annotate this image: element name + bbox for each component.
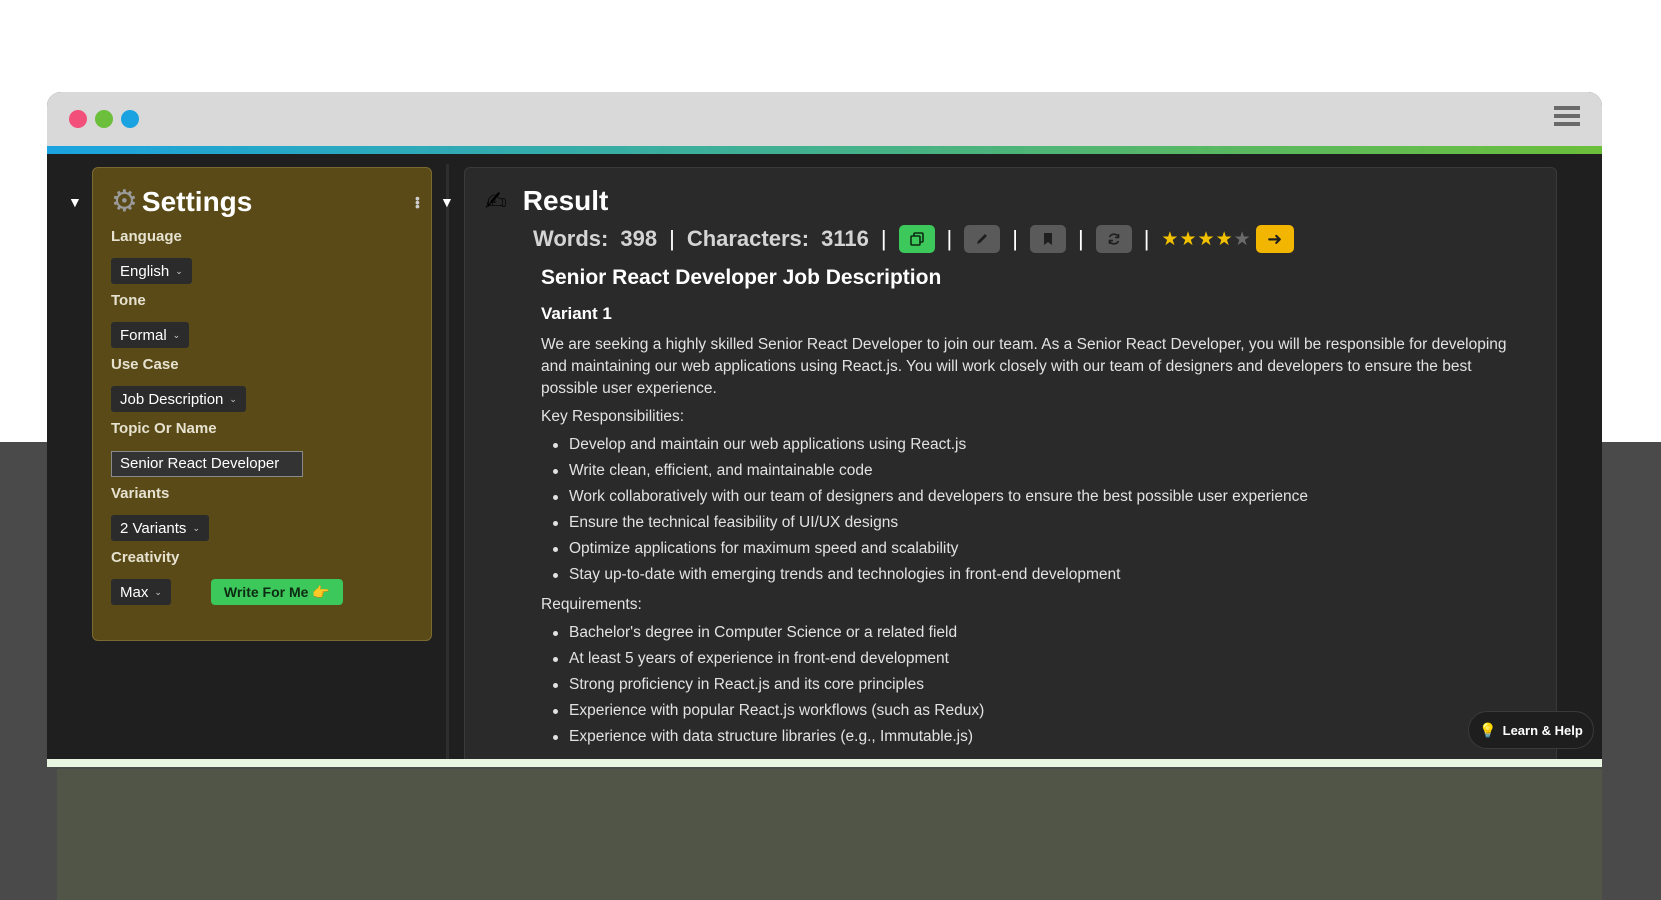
- result-title: Result: [522, 185, 609, 216]
- gear-icon: ⚙: [111, 185, 138, 218]
- collapse-settings-icon[interactable]: ▼: [68, 194, 82, 210]
- separator: |: [669, 226, 675, 251]
- words-label: Words:: [533, 226, 609, 251]
- document-heading: Senior React Developer Job Description: [541, 266, 942, 289]
- chevron-down-icon: ⌄: [172, 329, 181, 340]
- regenerate-button[interactable]: [1095, 225, 1132, 253]
- bookmark-icon: [1043, 233, 1052, 245]
- settings-panel: ⚙ Settings • • • Language English ⌄ Tone F…: [92, 167, 432, 641]
- list-item: Write clean, efficient, and maintainable…: [541, 458, 1536, 484]
- separator: |: [1077, 226, 1084, 251]
- responsibilities-list: Develop and maintain our web application…: [541, 432, 1536, 588]
- characters-label: Characters:: [686, 226, 810, 251]
- variants-label: Variants: [111, 485, 170, 502]
- list-item: Optimize applications for maximum speed …: [541, 536, 1536, 562]
- title-bar: [47, 92, 1602, 146]
- panel-resize-handle[interactable]: [446, 164, 449, 759]
- list-item: Bachelor's degree in Computer Science or…: [541, 620, 1536, 646]
- variants-select[interactable]: 2 Variants ⌄: [111, 515, 209, 541]
- list-item: Experience with data structure libraries…: [541, 724, 1536, 750]
- edit-button[interactable]: [964, 225, 1001, 253]
- arrow-right-icon: ➜: [1267, 228, 1283, 249]
- result-panel: ✍ Result Words: 398 | Characters: 3116 |…: [464, 167, 1557, 767]
- pencil-icon: [977, 234, 988, 244]
- write-for-me-button[interactable]: Write For Me 👉: [210, 579, 343, 605]
- list-item: Stay up-to-date with emerging trends and…: [541, 562, 1536, 588]
- separator: |: [946, 226, 953, 251]
- writing-hand-icon: ✍: [485, 185, 507, 216]
- result-toolbar: Words: 398 | Characters: 3116 | | | | | …: [533, 224, 1536, 254]
- continue-button[interactable]: ➜: [1255, 225, 1294, 253]
- star-empty-icon[interactable]: ★: [1234, 228, 1252, 251]
- requirements-list: Bachelor's degree in Computer Science or…: [541, 620, 1536, 750]
- language-label: Language: [111, 228, 182, 245]
- chevron-down-icon: ⌄: [154, 586, 162, 597]
- copy-button[interactable]: [898, 225, 935, 253]
- rating-stars[interactable]: ★ ★ ★ ★ ★: [1161, 228, 1251, 251]
- result-header: ✍ Result: [485, 184, 1536, 218]
- characters-count: 3116: [821, 226, 869, 251]
- accent-gradient-bar: [47, 146, 1602, 154]
- bookmark-button[interactable]: [1029, 225, 1066, 253]
- main-content: ▼ ⚙ Settings • • • Language English ⌄ Tone…: [47, 154, 1602, 767]
- more-options-icon[interactable]: • • •: [415, 191, 420, 213]
- result-document: Senior React Developer Job Description V…: [541, 266, 1536, 750]
- intro-paragraph: We are seeking a highly skilled Senior R…: [541, 336, 1507, 397]
- responsibilities-title: Key Responsibilities:: [541, 408, 685, 425]
- close-window-button[interactable]: [69, 110, 87, 128]
- settings-title: Settings: [141, 186, 253, 217]
- creativity-select[interactable]: Max ⌄: [111, 579, 171, 605]
- separator: |: [1143, 226, 1150, 251]
- separator: |: [1012, 226, 1018, 251]
- tone-select[interactable]: Formal ⌄: [111, 322, 190, 348]
- list-item: Experience with popular React.js workflo…: [541, 698, 1536, 724]
- creativity-row: Max ⌄ Write For Me 👉: [111, 579, 413, 605]
- star-icon[interactable]: ★: [1161, 228, 1179, 251]
- creativity-select-value: Max: [120, 583, 149, 601]
- tone-select-value: Formal: [120, 326, 167, 344]
- star-icon[interactable]: ★: [1198, 228, 1216, 251]
- bottom-accent-line: [47, 759, 1602, 767]
- list-item: Develop and maintain our web application…: [541, 432, 1536, 458]
- variant-title: Variant 1: [541, 304, 612, 323]
- topic-input[interactable]: Senior React Developer: [111, 451, 303, 477]
- words-count: 398: [620, 226, 658, 251]
- collapse-result-icon[interactable]: ▼: [440, 194, 454, 210]
- minimize-window-button[interactable]: [95, 110, 113, 128]
- list-item: Ensure the technical feasibility of UI/U…: [541, 510, 1536, 536]
- list-item: Strong proficiency in React.js and its c…: [541, 672, 1536, 698]
- list-item: Work collaboratively with our team of de…: [541, 484, 1536, 510]
- usecase-select[interactable]: Job Description ⌄: [111, 386, 246, 412]
- language-select-value: English: [120, 262, 170, 280]
- maximize-window-button[interactable]: [121, 110, 139, 128]
- tone-label: Tone: [111, 292, 146, 309]
- lightbulb-icon: 💡: [1479, 721, 1497, 738]
- variants-select-value: 2 Variants: [120, 519, 187, 537]
- settings-header: ⚙ Settings: [111, 184, 413, 220]
- chevron-down-icon: ⌄: [192, 522, 200, 533]
- copy-icon: [909, 232, 924, 246]
- hamburger-menu-icon[interactable]: [1554, 106, 1580, 130]
- topic-label: Topic Or Name: [111, 420, 217, 437]
- star-icon[interactable]: ★: [1216, 228, 1234, 251]
- learn-help-label: Learn & Help: [1502, 722, 1583, 738]
- app-window: ▼ ⚙ Settings • • • Language English ⌄ Tone…: [47, 92, 1602, 767]
- separator: |: [880, 226, 887, 251]
- language-select[interactable]: English ⌄: [111, 258, 192, 284]
- learn-help-button[interactable]: 💡 Learn & Help: [1468, 711, 1594, 749]
- refresh-icon: [1108, 233, 1120, 245]
- chevron-down-icon: ⌄: [175, 265, 183, 276]
- star-icon[interactable]: ★: [1179, 228, 1197, 251]
- creativity-label: Creativity: [111, 549, 180, 566]
- background-lower-inner: [57, 769, 1602, 900]
- requirements-title: Requirements:: [541, 596, 642, 613]
- chevron-down-icon: ⌄: [229, 393, 237, 404]
- usecase-select-value: Job Description: [120, 390, 224, 408]
- usecase-label: Use Case: [111, 356, 179, 373]
- list-item: At least 5 years of experience in front-…: [541, 646, 1536, 672]
